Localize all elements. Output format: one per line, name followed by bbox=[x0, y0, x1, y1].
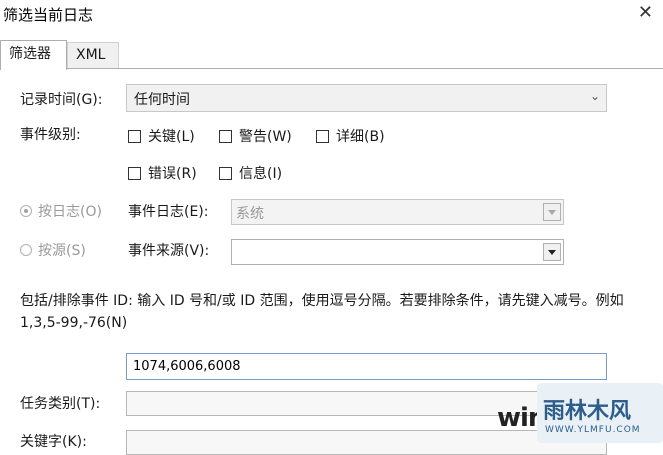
event-level-label: 事件级别: bbox=[20, 127, 81, 143]
radio-by-log[interactable]: 按日志(O) bbox=[20, 201, 102, 221]
tab-strip: 筛选器 XML bbox=[0, 40, 663, 70]
checkbox-warning-label: 警告(W) bbox=[239, 129, 292, 145]
event-source-label: 事件来源(V): bbox=[128, 243, 210, 259]
radio-circle[interactable] bbox=[20, 205, 32, 217]
dropdown-arrow-icon[interactable] bbox=[543, 203, 561, 221]
radio-by-log-label: 按日志(O) bbox=[38, 204, 102, 220]
radio-by-source[interactable]: 按源(S) bbox=[20, 240, 86, 260]
radio-by-source-label: 按源(S) bbox=[38, 243, 86, 259]
title-bar: 筛选当前日志 ✕ bbox=[0, 0, 663, 34]
event-log-combo[interactable]: 系统 bbox=[231, 199, 564, 225]
checkbox-box[interactable] bbox=[128, 166, 141, 180]
event-id-description: 包括/排除事件 ID: 输入 ID 号和/或 ID 范围，使用逗号分隔。若要排除… bbox=[20, 293, 624, 331]
chevron-down-icon: ⌄ bbox=[589, 89, 600, 103]
close-icon[interactable]: ✕ bbox=[638, 2, 653, 23]
watermark-url: WWW.YLMFU.COM bbox=[545, 425, 641, 435]
watermark: win 雨林木风 WWW.YLMFU.COM bbox=[495, 383, 663, 445]
checkbox-verbose[interactable]: 详细(B) bbox=[316, 126, 385, 146]
checkbox-box[interactable] bbox=[219, 129, 232, 143]
checkbox-verbose-label: 详细(B) bbox=[336, 129, 385, 145]
event-log-value: 系统 bbox=[236, 206, 264, 222]
checkbox-information[interactable]: 信息(I) bbox=[219, 163, 282, 183]
checkbox-error[interactable]: 错误(R) bbox=[128, 163, 197, 183]
tab-filter[interactable]: 筛选器 bbox=[0, 40, 67, 70]
dropdown-arrow-icon[interactable] bbox=[543, 243, 561, 261]
radio-circle[interactable] bbox=[20, 244, 32, 256]
event-source-combo[interactable] bbox=[231, 239, 564, 265]
watermark-brand: 雨林木风 bbox=[543, 399, 632, 424]
checkbox-critical-label: 关键(L) bbox=[148, 129, 195, 145]
checkbox-error-label: 错误(R) bbox=[148, 166, 197, 182]
event-log-label: 事件日志(E): bbox=[128, 204, 209, 220]
checkbox-box[interactable] bbox=[316, 129, 329, 143]
checkbox-critical[interactable]: 关键(L) bbox=[128, 126, 195, 146]
logged-dropdown[interactable]: 任何时间 ⌄ bbox=[126, 84, 607, 112]
task-category-label: 任务类别(T): bbox=[20, 396, 101, 412]
logged-label: 记录时间(G): bbox=[20, 92, 103, 108]
checkbox-warning[interactable]: 警告(W) bbox=[219, 126, 292, 146]
tab-xml[interactable]: XML bbox=[67, 42, 119, 68]
event-id-input[interactable] bbox=[126, 353, 607, 380]
checkbox-box[interactable] bbox=[219, 166, 232, 180]
checkbox-box[interactable] bbox=[128, 129, 141, 143]
window-title: 筛选当前日志 bbox=[3, 6, 94, 24]
checkbox-information-label: 信息(I) bbox=[239, 166, 283, 182]
logged-value: 任何时间 bbox=[134, 92, 190, 108]
keywords-label: 关键字(K): bbox=[20, 434, 87, 450]
